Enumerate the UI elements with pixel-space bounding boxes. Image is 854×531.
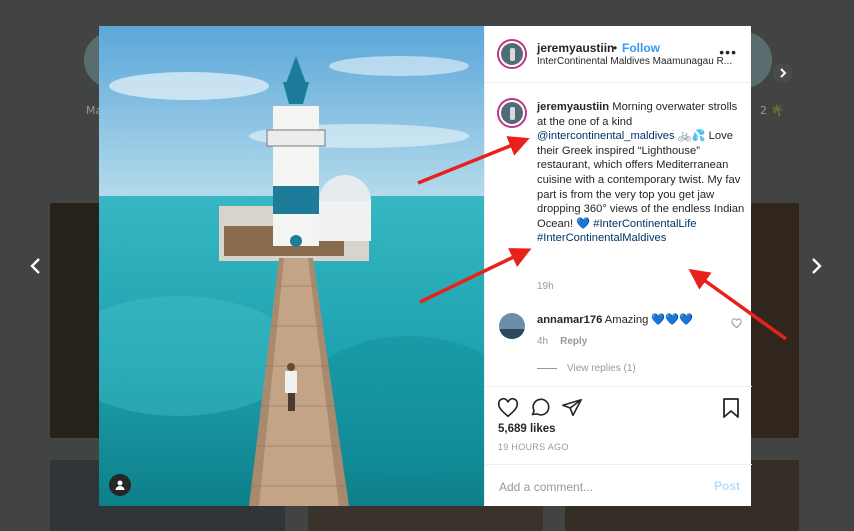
view-replies-label: View replies (1) — [567, 363, 636, 374]
more-options-icon[interactable]: ••• — [719, 44, 737, 60]
post-actions: 5,689 likes 19 HOURS AGO — [485, 386, 752, 465]
hashtag-link[interactable]: #InterContinentalLife — [593, 218, 696, 230]
post-comment-button[interactable]: Post — [714, 479, 740, 493]
stories-next-button[interactable] — [773, 63, 793, 83]
author-username-link[interactable]: jeremyaustiin — [537, 41, 614, 55]
post-caption: jeremyaustiin Morning overwater strolls … — [537, 100, 745, 246]
reply-button[interactable]: Reply — [560, 336, 587, 347]
commenter-avatar[interactable] — [499, 313, 525, 339]
caption-username-link[interactable]: jeremyaustiin — [537, 101, 609, 113]
story-label: 2 🌴 — [760, 104, 785, 117]
user-icon — [115, 480, 125, 490]
follow-button[interactable]: Follow — [622, 41, 660, 55]
comment-meta: 4h Reply — [537, 336, 587, 347]
caption-author-avatar[interactable] — [497, 98, 527, 128]
hashtag-link[interactable]: #InterContinentalMaldives — [537, 232, 666, 244]
comment-icon[interactable] — [529, 397, 551, 419]
header-separator: • — [613, 41, 618, 55]
like-comment-heart-icon[interactable] — [731, 318, 742, 329]
share-icon[interactable] — [561, 397, 583, 419]
comment-timestamp: 4h — [537, 336, 549, 347]
tagged-users-button[interactable] — [109, 474, 131, 496]
location-link[interactable]: InterContinental Maldives Maamunagau R..… — [537, 56, 732, 67]
post-modal: jeremyaustiin • Follow InterContinental … — [99, 26, 752, 507]
comment-input[interactable] — [497, 475, 701, 499]
post-sidebar: jeremyaustiin • Follow InterContinental … — [484, 26, 752, 507]
author-avatar[interactable] — [497, 39, 527, 69]
caption-timestamp: 19h — [537, 281, 554, 292]
post-header: jeremyaustiin • Follow InterContinental … — [485, 26, 751, 83]
caption-text: 🚲💦 Love their Greek inspired “Lighthouse… — [537, 130, 745, 230]
like-count[interactable]: 5,689 likes — [498, 423, 556, 435]
post-photo[interactable] — [99, 26, 484, 506]
comment-text: Amazing 💙💙💙 — [602, 314, 694, 326]
lighthouse-photo-image — [99, 26, 484, 506]
view-replies-button[interactable]: View replies (1) — [537, 363, 636, 374]
chevron-right-icon — [780, 68, 787, 78]
add-comment-bar: Post — [485, 464, 752, 507]
commenter-username-link[interactable]: annamar176 — [537, 314, 602, 326]
next-post-button[interactable] — [806, 256, 826, 276]
comment: annamar176 Amazing 💙💙💙 — [537, 313, 693, 326]
heart-icon[interactable] — [497, 397, 519, 419]
post-timestamp: 19 HOURS AGO — [498, 442, 569, 452]
bookmark-icon[interactable] — [721, 397, 741, 419]
replies-divider — [537, 367, 557, 369]
previous-post-button[interactable] — [26, 256, 46, 276]
mention-link[interactable]: @intercontinental_maldives — [537, 130, 675, 142]
